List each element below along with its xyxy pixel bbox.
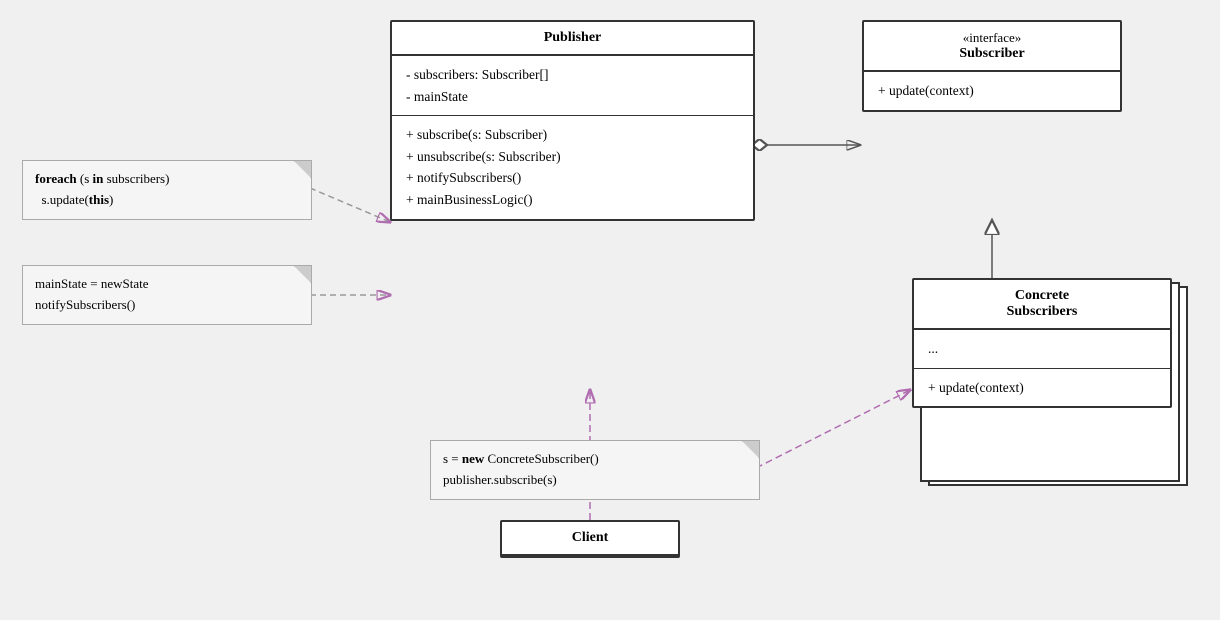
note-new-subscriber-line2: publisher.subscribe(s) <box>443 472 557 487</box>
subscriber-title: Subscriber <box>959 46 1024 61</box>
publisher-field-2: - mainState <box>406 86 739 108</box>
note-new-subscriber-line1: s = new ConcreteSubscriber() <box>443 451 599 466</box>
concrete-subscribers-fields: ... <box>914 330 1170 369</box>
publisher-field-1: - subscribers: Subscriber[] <box>406 64 739 86</box>
note-foreach-line2: s.update(this) <box>35 192 113 207</box>
concrete-subscribers-method-1: + update(context) <box>928 377 1156 399</box>
client-class: Client <box>500 520 680 558</box>
concrete-subscribers-title: ConcreteSubscribers <box>1007 288 1078 319</box>
subscriber-method-1: + update(context) <box>878 80 1106 102</box>
publisher-header: Publisher <box>392 22 753 56</box>
concrete-subscribers-header: ConcreteSubscribers <box>914 280 1170 330</box>
publisher-method-3: + notifySubscribers() <box>406 167 739 189</box>
publisher-fields: - subscribers: Subscriber[] - mainState <box>392 56 753 116</box>
publisher-methods: + subscribe(s: Subscriber) + unsubscribe… <box>392 116 753 218</box>
concrete-subscribers-field-1: ... <box>928 338 1156 360</box>
note-new-subscriber: s = new ConcreteSubscriber() publisher.s… <box>430 440 760 500</box>
publisher-title: Publisher <box>544 30 602 45</box>
concrete-subscribers-class: ConcreteSubscribers ... + update(context… <box>912 278 1172 408</box>
subscriber-class: «interface» Subscriber + update(context) <box>862 20 1122 112</box>
note-mainstate: mainState = newState notifySubscribers() <box>22 265 312 325</box>
note-foreach: foreach (s in subscribers) s.update(this… <box>22 160 312 220</box>
subscriber-header: «interface» Subscriber <box>864 22 1120 72</box>
note-mainstate-line2: notifySubscribers() <box>35 297 135 312</box>
publisher-method-2: + unsubscribe(s: Subscriber) <box>406 146 739 168</box>
note-mainstate-line1: mainState = newState <box>35 276 148 291</box>
client-title: Client <box>572 530 609 545</box>
client-header: Client <box>502 522 678 556</box>
concrete-subscribers-methods: + update(context) <box>914 369 1170 407</box>
publisher-class: Publisher - subscribers: Subscriber[] - … <box>390 20 755 221</box>
subscriber-methods: + update(context) <box>864 72 1120 110</box>
subscriber-stereotype: «interface» <box>880 30 1104 46</box>
note-foreach-line1: foreach (s in subscribers) <box>35 171 169 186</box>
publisher-method-1: + subscribe(s: Subscriber) <box>406 124 739 146</box>
publisher-method-4: + mainBusinessLogic() <box>406 189 739 211</box>
